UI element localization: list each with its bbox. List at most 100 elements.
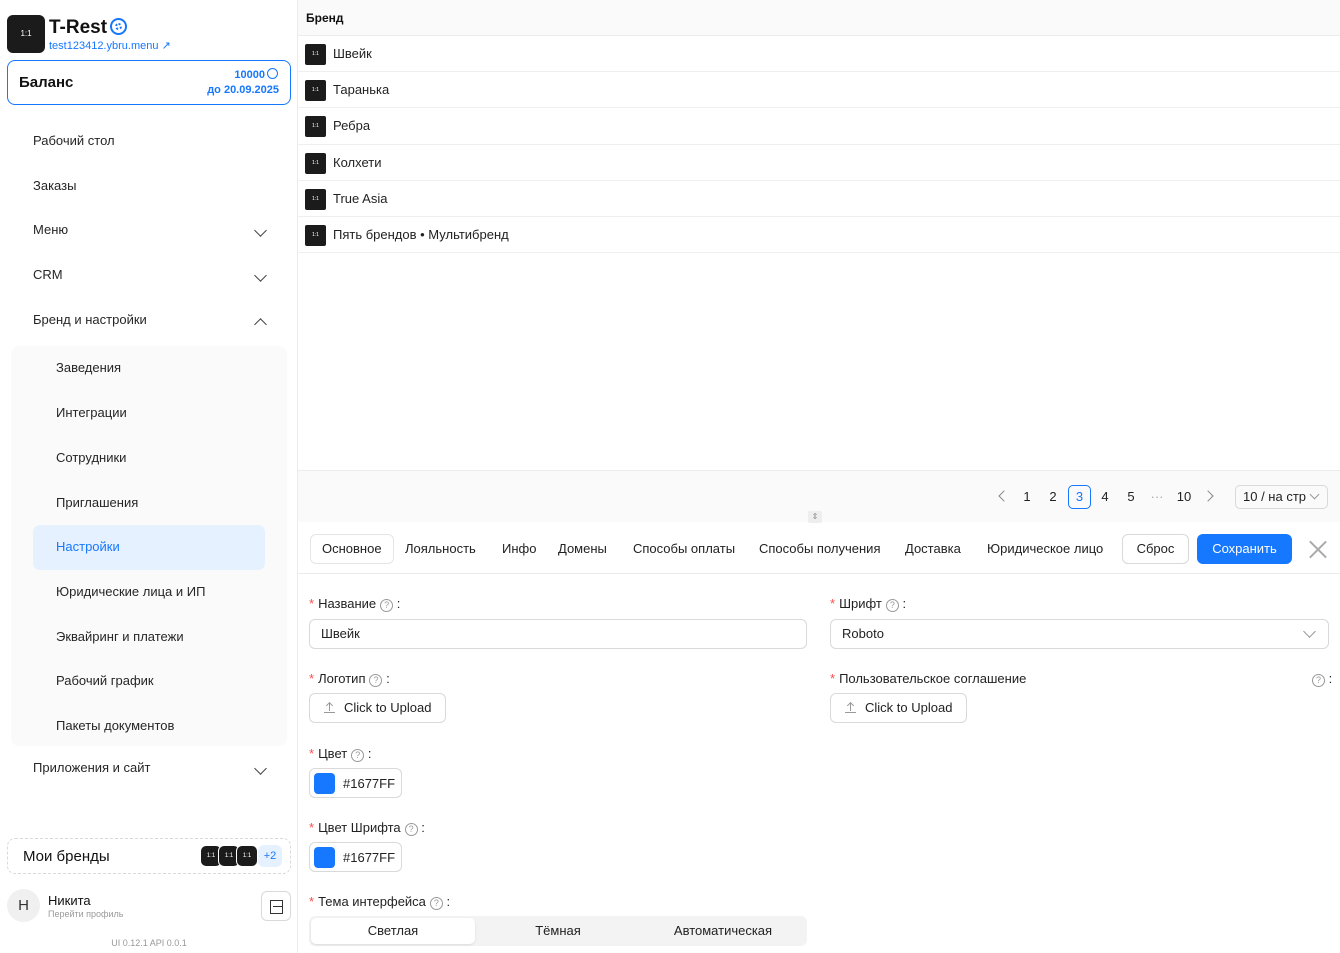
page-2[interactable]: 2 <box>1042 485 1064 509</box>
subnav-item-acquiring[interactable]: Эквайринг и платежи <box>33 615 265 660</box>
tab-info[interactable]: Инфо <box>491 534 547 564</box>
subnav-item-documents[interactable]: Пакеты документов <box>33 704 265 749</box>
color-swatch <box>314 773 335 794</box>
font-color-value: #1677FF <box>343 850 396 865</box>
resize-handle-icon[interactable]: ⇕ <box>808 511 822 523</box>
subnav-item-staff[interactable]: Сотрудники <box>33 436 265 481</box>
font-color-picker[interactable]: #1677FF <box>309 842 402 872</box>
name-label: * Название? : <box>309 596 401 612</box>
brand-title: T-Rest <box>49 17 128 39</box>
chevron-down-icon <box>1309 489 1320 500</box>
tab-pickup-methods[interactable]: Способы получения <box>748 534 892 564</box>
brand-thumbnail: 1:1 <box>305 116 326 138</box>
page-1[interactable]: 1 <box>1016 485 1038 509</box>
coin-icon <box>267 68 278 79</box>
help-icon[interactable]: ? <box>380 599 394 612</box>
reset-button[interactable]: Сброс <box>1122 534 1189 564</box>
font-color-label-text: Цвет Шрифта <box>318 820 401 835</box>
brand-header[interactable]: 1:1 T-Rest test123412.ybru.menu ↗ <box>7 15 292 53</box>
next-page-icon[interactable] <box>1202 490 1214 502</box>
help-icon[interactable]: ? <box>1312 674 1325 687</box>
user-profile-link[interactable]: Перейти профиль <box>48 909 123 919</box>
page-4[interactable]: 4 <box>1094 485 1116 509</box>
subnav-item-invitations[interactable]: Приглашения <box>33 481 265 526</box>
nav-item-menu[interactable]: Меню <box>0 208 298 253</box>
font-label: * Шрифт? : <box>830 596 907 612</box>
subnav-item-settings[interactable]: Настройки <box>33 525 265 570</box>
nav-label: Приложения и сайт <box>33 760 151 776</box>
page-ellipsis[interactable]: ··· <box>1146 485 1168 509</box>
color-picker[interactable]: #1677FF <box>309 768 402 798</box>
tab-payment-methods[interactable]: Способы оплаты <box>622 534 746 564</box>
close-icon[interactable] <box>1308 539 1328 559</box>
table-row[interactable]: 1:1 Пять брендов • Мультибренд <box>298 217 1340 254</box>
tab-domains[interactable]: Домены <box>547 534 618 564</box>
brand-name: Швейк <box>333 46 372 61</box>
save-button[interactable]: Сохранить <box>1197 534 1292 564</box>
page-5[interactable]: 5 <box>1120 485 1142 509</box>
table-header-brand[interactable]: Бренд <box>298 0 1340 36</box>
chevron-down-icon <box>1303 625 1316 638</box>
nav-item-crm[interactable]: CRM <box>0 253 298 298</box>
brand-name: Пять брендов • Мультибренд <box>333 226 509 242</box>
theme-label-text: Тема интерфейса <box>318 894 426 909</box>
brand-thumbnail: 1:1 <box>305 44 326 65</box>
nav-label: CRM <box>33 267 63 283</box>
balance-valid-until: до 20.09.2025 <box>207 84 279 96</box>
help-icon[interactable]: ? <box>885 599 899 612</box>
logout-icon[interactable] <box>261 891 291 921</box>
page-size-value: 10 / на стр <box>1243 489 1307 504</box>
subnav-item-schedule[interactable]: Рабочий график <box>33 659 265 704</box>
brands-table: Бренд 1:1 Швейк 1:1 Таранька 1:1 Ребра 1:1 К… <box>298 0 1340 470</box>
brand-name: Таранька <box>333 82 390 98</box>
tab-loyalty[interactable]: Лояльность <box>394 534 487 564</box>
theme-option-dark[interactable]: Тёмная <box>476 918 640 944</box>
table-row[interactable]: 1:1 Колхети <box>298 145 1340 181</box>
brand-name: Колхети <box>333 154 382 170</box>
help-icon[interactable]: ? <box>429 897 443 910</box>
subnav-item-venues[interactable]: Заведения <box>33 346 265 391</box>
subnav-item-integrations[interactable]: Интеграции <box>33 391 265 436</box>
nav-item-orders[interactable]: Заказы <box>0 164 298 209</box>
nav-item-brand-settings[interactable]: Бренд и настройки <box>0 298 298 343</box>
brand-thumbnail: 1:1 <box>305 152 326 174</box>
nav-item-dashboard[interactable]: Рабочий стол <box>0 119 298 164</box>
tab-delivery[interactable]: Доставка <box>894 534 972 564</box>
nav-item-apps-site[interactable]: Приложения и сайт <box>0 746 298 791</box>
chevron-down-icon <box>254 269 267 282</box>
logo-label: * Логотип? : <box>309 671 390 687</box>
main-content: Бренд 1:1 Швейк 1:1 Таранька 1:1 Ребра 1:1 К… <box>298 0 1340 953</box>
page-3[interactable]: 3 <box>1068 485 1091 509</box>
subnav-item-legal-entities[interactable]: Юридические лица и ИП <box>33 570 265 615</box>
user-profile[interactable]: Н Никита Перейти профиль <box>7 889 291 923</box>
theme-option-light[interactable]: Светлая <box>311 918 475 944</box>
balance-card[interactable]: Баланс 10000 до 20.09.2025 <box>7 60 291 105</box>
my-brands-switcher[interactable]: Мои бренды 1:1 1:1 1:1 +2 <box>7 838 291 874</box>
tab-main[interactable]: Основное <box>310 534 394 564</box>
tab-legal-entity[interactable]: Юридическое лицо <box>976 534 1114 564</box>
brand-settings-icon[interactable] <box>110 18 128 35</box>
agreement-upload-button[interactable]: Click to Upload <box>830 693 968 723</box>
brand-thumbnail: 1:1 <box>305 80 326 102</box>
table-row[interactable]: 1:1 Таранька <box>298 72 1340 109</box>
brand-domain-link[interactable]: test123412.ybru.menu ↗ <box>49 39 171 52</box>
help-icon[interactable]: ? <box>369 674 383 687</box>
theme-label: * Тема интерфейса? : <box>309 894 451 910</box>
page-10[interactable]: 10 <box>1173 485 1195 509</box>
theme-option-auto[interactable]: Автоматическая <box>641 918 805 944</box>
font-select-value: Roboto <box>842 626 884 641</box>
name-input[interactable]: Швейк <box>309 619 807 649</box>
font-select[interactable]: Roboto <box>830 619 1329 649</box>
prev-page-icon[interactable] <box>998 490 1010 502</box>
table-row[interactable]: 1:1 Ребра <box>298 108 1340 145</box>
logo-upload-button[interactable]: Click to Upload <box>309 693 447 723</box>
page-size-select[interactable]: 10 / на стр <box>1235 485 1328 509</box>
sidebar: 1:1 T-Rest test123412.ybru.menu ↗ Баланс… <box>0 0 298 953</box>
help-icon[interactable]: ? <box>351 749 365 762</box>
table-row[interactable]: 1:1 True Asia <box>298 181 1340 217</box>
version-label: UI 0.12.1 API 0.0.1 <box>111 938 187 948</box>
main-nav: Рабочий стол Заказы Меню CRM Бренд и нас… <box>0 119 298 791</box>
table-row[interactable]: 1:1 Швейк <box>298 36 1340 73</box>
help-icon[interactable]: ? <box>404 823 418 836</box>
agreement-label: * Пользовательское соглашение <box>830 671 1027 686</box>
